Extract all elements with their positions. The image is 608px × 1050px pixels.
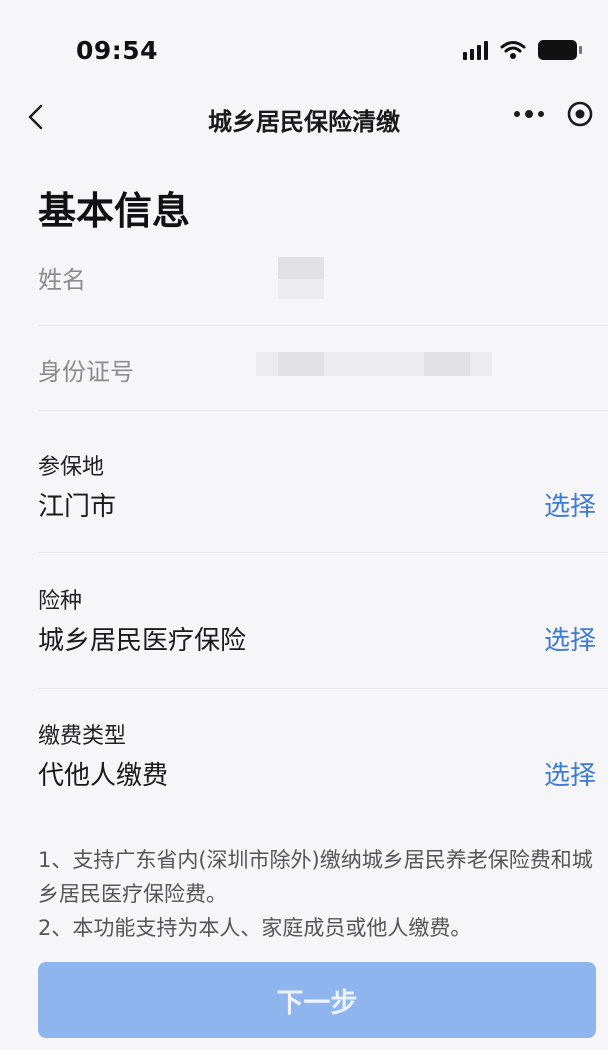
select-location-link[interactable]: 选择 bbox=[544, 486, 596, 523]
payment-type-value: 代他人缴费 bbox=[38, 761, 169, 791]
insurance-type-label: 险种 bbox=[38, 589, 83, 614]
status-bar: 09:54 bbox=[0, 0, 608, 90]
select-insurance-type-link[interactable]: 选择 bbox=[544, 620, 596, 657]
note-item: 1、支持广东省内(深圳市除外)缴纳城乡居民养老保险费和城乡居民医疗保险费。 bbox=[38, 848, 593, 906]
battery-icon bbox=[538, 40, 582, 60]
insured-location-label: 参保地 bbox=[38, 455, 105, 480]
insurance-type-value: 城乡居民医疗保险 bbox=[38, 626, 247, 656]
payment-type-label: 缴费类型 bbox=[38, 724, 127, 749]
status-time: 09:54 bbox=[76, 36, 159, 65]
signal-icon bbox=[463, 40, 488, 60]
note-item: 2、本功能支持为本人、家庭成员或他人缴费。 bbox=[38, 916, 472, 940]
wifi-icon bbox=[500, 41, 526, 59]
close-target-icon[interactable] bbox=[566, 100, 594, 128]
nav-bar: 城乡居民保险清缴 bbox=[0, 90, 608, 146]
select-payment-type-link[interactable]: 选择 bbox=[544, 755, 596, 792]
divider bbox=[38, 552, 608, 553]
divider bbox=[38, 325, 608, 326]
more-icon[interactable] bbox=[514, 109, 544, 118]
insured-location-value: 江门市 bbox=[38, 492, 117, 522]
section-title: 基本信息 bbox=[38, 189, 191, 233]
page: 09:54 城乡居民保险清缴 基本信息 姓名 身份证号 参保地 江门市 选择 险… bbox=[0, 0, 608, 1050]
mini-program-capsule bbox=[514, 100, 594, 128]
status-icons bbox=[463, 40, 582, 60]
notes: 1、支持广东省内(深圳市除外)缴纳城乡居民养老保险费和城乡居民医疗保险费。 2、… bbox=[38, 843, 598, 945]
divider bbox=[38, 410, 608, 411]
name-label: 姓名 bbox=[38, 266, 86, 294]
divider bbox=[38, 688, 608, 689]
next-step-button[interactable]: 下一步 bbox=[38, 962, 596, 1038]
id-number-label: 身份证号 bbox=[38, 358, 134, 386]
